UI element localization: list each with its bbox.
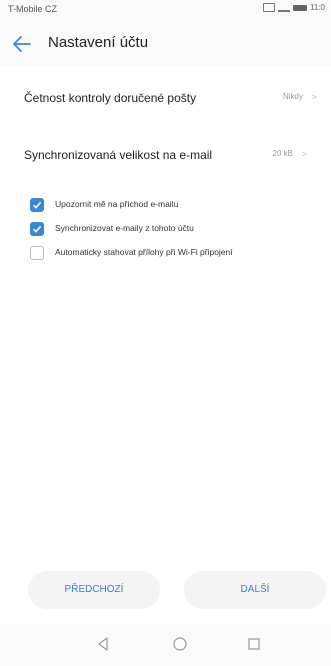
checkbox-row-notify[interactable]: Upozornit mě na příchod e-mailu — [0, 194, 331, 218]
checkbox-label: Automaticky stahovat přílohy při Wi-Fi p… — [55, 247, 233, 257]
checkbox-label: Synchronizovat e-maily z tohoto účtu — [55, 223, 194, 233]
next-button[interactable]: DALŠÍ — [184, 571, 326, 609]
battery-icon — [293, 4, 308, 11]
chevron-right-icon: > — [301, 149, 307, 159]
back-triangle-icon[interactable] — [95, 636, 111, 652]
previous-button[interactable]: PŘEDCHOZÍ — [28, 571, 160, 609]
checkbox-unchecked[interactable] — [30, 246, 44, 260]
setting-value: 20 kB — [272, 149, 293, 158]
clock: 11:0 — [310, 3, 325, 12]
status-bar: T-Mobile CZ 11:0 — [0, 0, 331, 22]
status-icons: 11:0 — [263, 3, 325, 12]
setting-label: Synchronizovaná velikost na e-mail — [24, 148, 213, 162]
checkbox-checked[interactable] — [30, 222, 44, 236]
page-title: Nastavení účtu — [48, 34, 149, 51]
carrier-name: T-Mobile CZ — [8, 4, 58, 14]
setting-row-check-frequency[interactable]: Četnost kontroly doručené pošty Nikdy > — [0, 81, 331, 117]
checkbox-checked[interactable] — [30, 198, 44, 212]
app-bar: Nastavení účtu — [0, 22, 331, 66]
setting-label: Četnost kontroly doručené pošty — [24, 91, 197, 105]
setting-value: Nikdy — [282, 92, 303, 101]
home-circle-icon[interactable] — [172, 636, 188, 652]
signal-icon — [263, 3, 276, 12]
wifi-icon — [278, 3, 291, 12]
setting-row-sync-size[interactable]: Synchronizovaná velikost na e-mail 20 kB… — [0, 138, 331, 174]
checkbox-row-auto-download[interactable]: Automaticky stahovat přílohy při Wi-Fi p… — [0, 242, 331, 266]
checkbox-label: Upozornit mě na příchod e-mailu — [55, 199, 179, 209]
chevron-right-icon: > — [311, 92, 317, 102]
system-navigation-bar — [0, 624, 331, 666]
recents-square-icon[interactable] — [246, 636, 262, 652]
checkbox-row-sync[interactable]: Synchronizovat e-maily z tohoto účtu — [0, 218, 331, 242]
back-arrow-icon[interactable] — [10, 32, 34, 56]
